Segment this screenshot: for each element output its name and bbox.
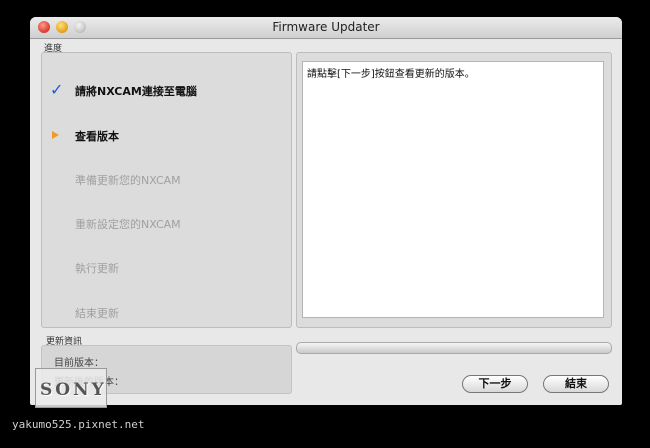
current-version-label: 目前版本： (54, 358, 104, 369)
step-connect: ✓ 請將NXCAM連接至電腦 (42, 80, 291, 100)
step-label: 請將NXCAM連接至電腦 (75, 85, 197, 98)
finish-button[interactable]: 結束 (543, 375, 609, 393)
window-title: Firmware Updater (272, 20, 380, 34)
step-finish-update: 結束更新 (42, 302, 291, 322)
message-text: 請點擊[下一步]按鈕查看更新的版本。 (307, 69, 475, 80)
site-watermark: yakumo525.pixnet.net (12, 418, 145, 431)
title-bar: Firmware Updater (30, 17, 622, 39)
checkmark-icon: ✓ (50, 80, 64, 99)
step-check-version: 查看版本 (42, 125, 291, 145)
sony-logo-watermark: SONY (35, 368, 107, 408)
arrow-icon (52, 131, 59, 139)
progress-bar (296, 342, 612, 354)
message-text-area[interactable]: 請點擊[下一步]按鈕查看更新的版本。 (302, 61, 604, 318)
step-run-update: 執行更新 (42, 257, 291, 277)
step-label: 重新設定您的NXCAM (75, 218, 181, 231)
steps-panel: ✓ 請將NXCAM連接至電腦 查看版本 準備更新您的NXCAM 重新設定您的NX… (41, 52, 292, 328)
step-label: 查看版本 (75, 130, 119, 143)
message-panel: 請點擊[下一步]按鈕查看更新的版本。 (296, 52, 612, 328)
step-label: 執行更新 (75, 262, 119, 275)
step-label: 結束更新 (75, 307, 119, 320)
step-reset: 重新設定您的NXCAM (42, 213, 291, 233)
step-prepare-update: 準備更新您的NXCAM (42, 169, 291, 189)
firmware-updater-window: Firmware Updater 進度 ✓ 請將NXCAM連接至電腦 查看版本 … (30, 17, 622, 405)
step-label: 準備更新您的NXCAM (75, 174, 181, 187)
sony-logo-text: SONY (40, 380, 107, 400)
next-button[interactable]: 下一步 (462, 375, 528, 393)
